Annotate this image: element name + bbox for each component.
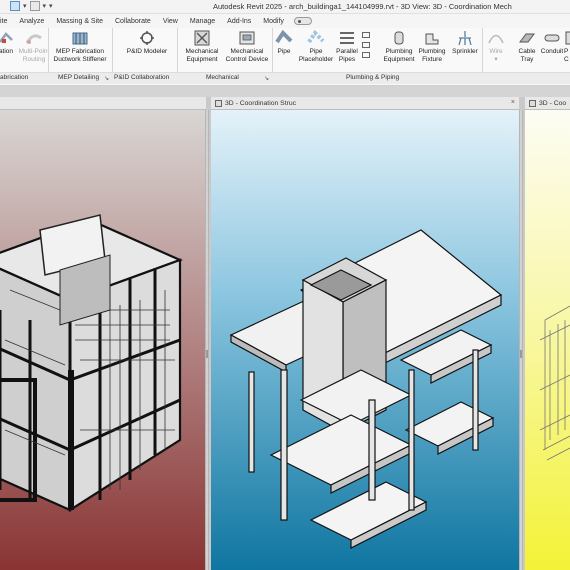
ribbon-panel-labels: abrication MEP Detailing P&ID Collaborat… xyxy=(0,72,570,84)
pipe-placeholder-button[interactable]: Pipe Placeholder xyxy=(296,29,336,64)
save-icon[interactable] xyxy=(29,1,40,11)
tab-manage[interactable]: Manage xyxy=(184,18,221,25)
pid-modeler-icon xyxy=(138,30,156,46)
panel-label-mechanical: Mechanical xyxy=(206,74,239,81)
viewport-canvas[interactable] xyxy=(525,110,570,570)
close-icon[interactable]: × xyxy=(511,99,515,106)
parallel-conduits-icon xyxy=(564,30,570,46)
plumbing-equipment-button[interactable]: Plumbing Equipment xyxy=(380,30,418,64)
piping-small-tools xyxy=(362,32,370,58)
chevron-down-icon[interactable]: ▾ xyxy=(23,2,27,10)
fabrication-part-button[interactable]: ation xyxy=(0,30,16,56)
view-tab[interactable]: 3D - Coordination Struc × xyxy=(211,97,519,110)
panel-label-pid-collaboration: P&ID Collaboration xyxy=(114,74,170,81)
multipoint-routing-icon xyxy=(25,30,43,46)
conduit-button[interactable]: Conduit xyxy=(538,30,566,56)
chevron-down-icon: ▾ xyxy=(494,56,498,63)
dropdown-icon[interactable]: ▾ xyxy=(49,2,53,10)
building-model-structural xyxy=(211,110,519,570)
view-divider[interactable] xyxy=(519,110,523,570)
ribbon-tab-bar: ite Analyze Massing & Site Collaborate V… xyxy=(0,14,570,28)
control-device-icon xyxy=(238,30,256,46)
flex-pipe-icon[interactable] xyxy=(362,52,370,58)
pipe-placeholder-icon xyxy=(307,29,325,46)
view-divider[interactable] xyxy=(205,110,209,570)
sprinkler-button[interactable]: Sprinkler xyxy=(450,30,480,56)
mechanical-equipment-icon xyxy=(193,30,211,46)
view-tab[interactable]: 3D - Coo xyxy=(525,97,570,110)
conduit-icon xyxy=(543,30,561,46)
plumbing-fixture-button[interactable]: Plumbing Fixture xyxy=(416,30,448,64)
building-model-dense xyxy=(0,110,206,570)
panel-expand-icon[interactable]: ↘ xyxy=(104,75,109,82)
view-tab[interactable] xyxy=(0,97,206,110)
tab-collaborate[interactable]: Collaborate xyxy=(109,18,157,25)
viewport-canvas[interactable] xyxy=(211,110,519,570)
multi-point-routing-button[interactable]: Multi-Point Routing xyxy=(18,30,50,64)
viewport-canvas[interactable] xyxy=(0,110,206,570)
tab-analyze[interactable]: Analyze xyxy=(13,18,50,25)
pipe-fitting-icon[interactable] xyxy=(362,32,370,38)
revit-window: ▾ ▾ ▾ Autodesk Revit 2025 - arch_buildin… xyxy=(0,0,570,570)
pipe-accessory-icon[interactable] xyxy=(362,42,370,48)
quick-access-toolbar: ▾ ▾ ▾ xyxy=(0,1,53,11)
panel-label-plumbing-piping: Plumbing & Piping xyxy=(346,74,400,81)
plumbing-equipment-icon xyxy=(390,30,408,46)
cable-tray-button[interactable]: Cable Tray xyxy=(514,30,540,64)
panel-expand-icon[interactable]: ↘ xyxy=(264,75,269,82)
duct-stiffener-icon xyxy=(71,30,89,46)
tab-systems[interactable]: ite xyxy=(0,18,13,25)
view-struc[interactable]: 3D - Coordination Struc × xyxy=(211,97,519,570)
ductwork-stiffener-button[interactable]: MEP Fabrication Ductwork Stiffener xyxy=(52,30,108,64)
panel-label-fabrication: abrication xyxy=(0,74,29,81)
sprinkler-icon xyxy=(456,30,474,46)
parallel-conduits-button[interactable]: P C xyxy=(564,30,570,64)
tab-modify[interactable]: Modify xyxy=(257,18,290,25)
view-coordination[interactable]: 3D - Coo xyxy=(525,97,570,570)
window-title: Autodesk Revit 2025 - arch_buildinga1_14… xyxy=(213,2,512,11)
panel-label-mep-detailing: MEP Detailing xyxy=(58,74,100,81)
tab-massing-site[interactable]: Massing & Site xyxy=(50,18,109,25)
pipe-button[interactable]: Pipe xyxy=(274,29,294,56)
mechanical-control-device-button[interactable]: Mechanical Control Device xyxy=(222,30,272,64)
tab-view[interactable]: View xyxy=(157,18,184,25)
3d-view-icon xyxy=(529,100,536,107)
plumbing-fixture-icon xyxy=(423,30,441,46)
view-area: 3D - Coordination Struc × 3D - Coo xyxy=(0,97,570,570)
fabrication-part-icon xyxy=(0,30,15,46)
3d-view-icon xyxy=(215,100,222,107)
view-mech[interactable] xyxy=(0,97,206,570)
building-model-wireframe xyxy=(525,110,570,570)
mechanical-equipment-button[interactable]: Mechanical Equipment xyxy=(180,30,224,64)
cable-tray-icon xyxy=(518,30,536,46)
ribbon-toggle-icon[interactable] xyxy=(293,17,312,25)
undo-icon[interactable]: ▾ xyxy=(43,2,47,10)
pid-modeler-button[interactable]: P&ID Modeler xyxy=(120,30,174,56)
pipe-icon xyxy=(275,29,293,46)
wire-button[interactable]: Wire ▾ xyxy=(484,30,508,64)
parallel-pipes-icon xyxy=(338,30,356,46)
tab-add-ins[interactable]: Add-Ins xyxy=(221,18,257,25)
parallel-pipes-button[interactable]: Parallel Pipes xyxy=(334,30,360,64)
grid-icon[interactable] xyxy=(10,1,20,11)
wire-icon xyxy=(487,30,505,46)
title-bar: ▾ ▾ ▾ Autodesk Revit 2025 - arch_buildin… xyxy=(0,0,570,14)
